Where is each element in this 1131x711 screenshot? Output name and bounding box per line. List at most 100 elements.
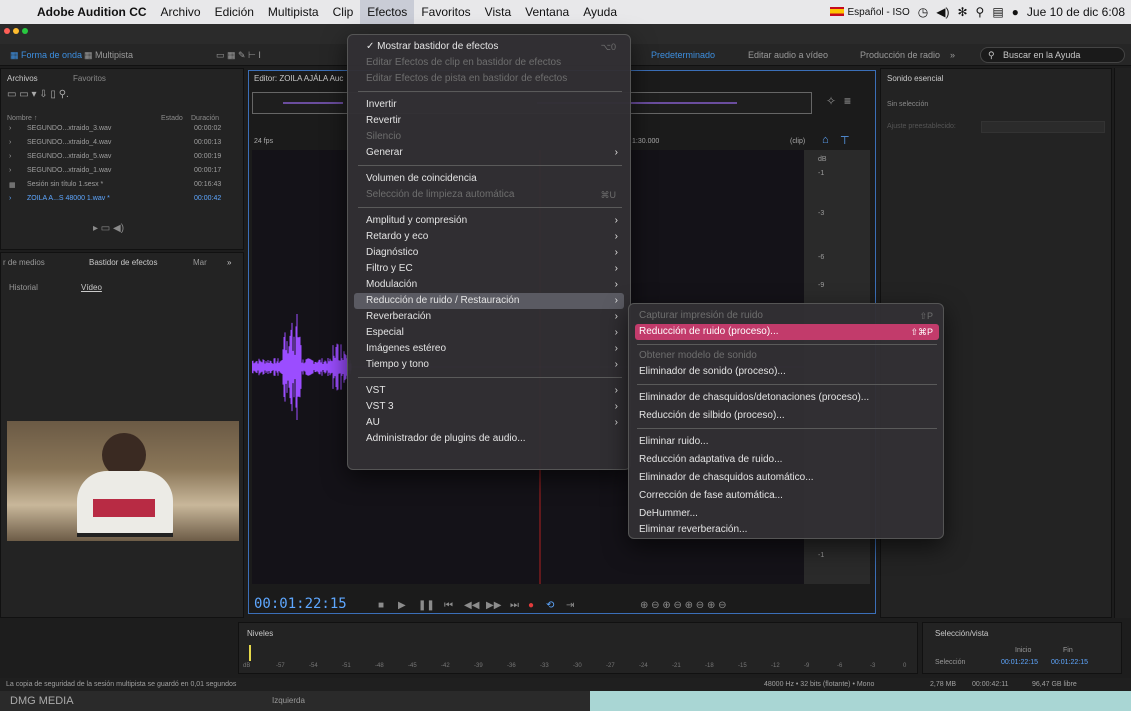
menu-item-noise-reduction[interactable]: Reducción de ruido / Restauración › [354,293,624,309]
menu-multipista[interactable]: Multipista [261,0,326,24]
waveform-view-button[interactable]: ▦ Forma de onda [10,48,82,62]
siri-icon[interactable]: ● [1012,5,1019,19]
pause-button[interactable]: ❚❚ [418,600,435,611]
file-row[interactable]: ▦ Sesión sin título 1.sesx * 00:16:43 [9,181,241,193]
levels-title[interactable]: Niveles [247,629,273,638]
loop-button[interactable]: ⟲ [546,600,554,611]
preset-select[interactable] [981,121,1105,133]
timecode[interactable]: 00:01:22:15 [254,596,347,612]
menu-item-edit-clip-effects[interactable]: Editar Efectos de clip en bastidor de ef… [354,55,624,71]
submenu-learn-sound-model[interactable]: Obtener modelo de sonido [635,348,939,364]
menu-item-match-loudness[interactable]: Volumen de coincidencia [354,171,624,187]
col-name-header[interactable]: Nombre ↑ [7,115,37,122]
snap-icon[interactable]: ⌂ [822,134,829,146]
files-footer-icons[interactable]: ▸ ▭ ◀) [93,223,124,234]
close-window-button[interactable] [4,28,10,34]
menu-favoritos[interactable]: Favoritos [414,0,477,24]
app-menu[interactable]: Adobe Audition CC [30,0,154,24]
expand-icon[interactable]: › [9,167,11,174]
workspace-radio[interactable]: Producción de radio [860,48,940,62]
menu-item-generate[interactable]: Generar › [354,145,624,161]
tool-icons[interactable]: ▭ ▦ ✎ ⊢ I [216,48,261,62]
menu-item-silence[interactable]: Silencio [354,129,624,145]
menu-ayuda[interactable]: Ayuda [576,0,624,24]
menu-clip[interactable]: Clip [326,0,361,24]
submenu-denoise[interactable]: Eliminar ruido... [635,434,939,450]
menu-ventana[interactable]: Ventana [518,0,576,24]
forward-button[interactable]: ▶▶ [486,600,501,611]
tab-markers[interactable]: Mar [193,258,207,267]
menu-item-plugin-manager[interactable]: Administrador de plugins de audio... [354,431,624,447]
help-search-input[interactable]: ⚲ Buscar en la Ayuda [980,47,1125,63]
submenu-sound-remover[interactable]: Eliminador de sonido (proceso)... [635,364,939,380]
menu-item-show-effects-rack[interactable]: ✓ Mostrar bastidor de efectos ⌥0 [354,39,624,55]
more-workspaces-icon[interactable]: » [950,48,955,62]
expand-icon[interactable]: › [9,153,11,160]
menu-item-modulation[interactable]: Modulación › [354,277,624,293]
editor-title[interactable]: Editor: ZOILA AJÁLA Auc [254,74,343,83]
clock-icon[interactable]: ◷ [918,5,928,19]
col-state-header[interactable]: Estado [161,115,183,122]
tab-effects-rack[interactable]: Bastidor de efectos [89,258,157,267]
menu-item-reverb[interactable]: Reverberación › [354,309,624,325]
multitrack-view-button[interactable]: ▦ Multipista [84,48,133,62]
tab-video[interactable]: Vídeo [81,283,102,292]
zoom-buttons[interactable]: ⊕ ⊖ ⊕ ⊖ ⊕ ⊖ ⊕ ⊖ [640,600,726,611]
file-row-selected[interactable]: › ZOILA A...S 48000 1.wav * 00:00:42 [9,195,241,207]
files-toolbar-icons[interactable]: ▭ ▭ ▾ ⇩ ▯ ⚲. [7,89,69,100]
menu-item-amplitude[interactable]: Amplitud y compresión › [354,213,624,229]
menu-item-special[interactable]: Especial › [354,325,624,341]
submenu-auto-phase-correction[interactable]: Corrección de fase automática... [635,488,939,504]
file-row[interactable]: › SEGUNDO...xtraido_5.wav 00:00:19 [9,153,241,165]
menu-item-filter-eq[interactable]: Filtro y EC › [354,261,624,277]
selection-view-title[interactable]: Selección/vista [935,629,988,638]
menu-item-au[interactable]: AU › [354,415,624,431]
expand-icon[interactable]: › [9,139,11,146]
search-spotlight-icon[interactable]: ⚲ [976,5,985,19]
input-source[interactable]: Español - ISO [830,7,910,18]
tab-archivos[interactable]: Archivos [7,74,38,83]
menu-efectos[interactable]: Efectos [360,0,415,24]
workspace-default[interactable]: Predeterminado [651,48,715,62]
menu-item-time-pitch[interactable]: Tiempo y tono › [354,357,624,373]
menu-item-reverse[interactable]: Revertir [354,113,624,129]
submenu-hiss-reduction[interactable]: Reducción de silbido (proceso)... [635,408,939,424]
go-end-button[interactable]: ⏭ [510,600,519,611]
file-row[interactable]: › SEGUNDO...xtraido_4.wav 00:00:13 [9,139,241,151]
selection-end[interactable]: 00:01:22:15 [1051,659,1088,666]
menu-vista[interactable]: Vista [478,0,518,24]
more-tabs-icon[interactable]: » [227,258,231,267]
submenu-dehummer[interactable]: DeHummer... [635,506,939,522]
menu-item-auto-heal[interactable]: Selección de limpieza automática ⌘U [354,187,624,203]
selection-start[interactable]: 00:01:22:15 [1001,659,1038,666]
col-duration-header[interactable]: Duración [191,115,219,122]
file-row[interactable]: › SEGUNDO...xtraido_1.wav 00:00:17 [9,167,241,179]
record-button[interactable]: ● [528,600,534,611]
essential-sound-title[interactable]: Sonido esencial [887,74,943,83]
skip-button[interactable]: ⇥ [566,600,574,611]
expand-icon[interactable]: › [9,195,11,202]
zoom-icon[interactable]: ✧ [826,94,836,108]
tab-history[interactable]: Historial [9,283,38,292]
submenu-capture-noise-print[interactable]: Capturar impresión de ruido ⇧P [635,308,939,324]
tab-favoritos[interactable]: Favoritos [73,74,106,83]
control-center-icon[interactable]: ▤ [992,5,1003,19]
menu-icon[interactable]: ≡ [844,94,851,108]
menu-item-stereo-imagery[interactable]: Imágenes estéreo › [354,341,624,357]
workspace-video[interactable]: Editar audio a vídeo [748,48,828,62]
menu-item-vst3[interactable]: VST 3 › [354,399,624,415]
menu-edicion[interactable]: Edición [208,0,261,24]
menu-item-delay[interactable]: Retardo y eco › [354,229,624,245]
minimize-window-button[interactable] [13,28,19,34]
bluetooth-icon[interactable]: ✻ [957,5,967,19]
zoom-window-button[interactable] [22,28,28,34]
apple-icon[interactable] [0,0,30,24]
play-button[interactable]: ▶ [398,600,406,611]
menu-item-invert[interactable]: Invertir [354,97,624,113]
stop-button[interactable]: ■ [378,600,384,611]
tab-media[interactable]: r de medios [3,258,45,267]
submenu-adaptive-noise-reduction[interactable]: Reducción adaptativa de ruido... [635,452,939,468]
volume-icon[interactable]: ◀) [936,5,949,19]
submenu-dereverb[interactable]: Eliminar reverberación... [635,522,939,538]
menu-archivo[interactable]: Archivo [154,0,208,24]
